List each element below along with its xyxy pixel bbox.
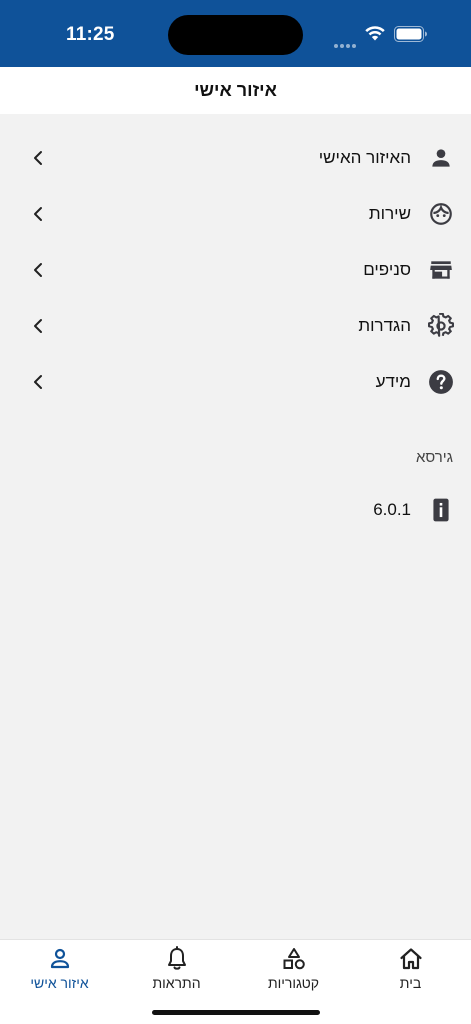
tab-label: התראות	[152, 975, 201, 991]
wifi-icon	[365, 26, 385, 41]
page-title: איזור אישי	[194, 80, 277, 100]
version-section-label: גירסא	[415, 449, 453, 466]
store-icon	[430, 261, 452, 279]
menu-item-label: האיזור האישי	[318, 148, 411, 167]
home-indicator	[152, 1010, 320, 1015]
status-bar: 11:25	[0, 0, 471, 67]
version-row: 6.0.1	[0, 482, 471, 538]
help-icon	[429, 370, 453, 394]
menu-item-info[interactable]: מידע	[0, 354, 471, 410]
dynamic-island	[168, 15, 303, 55]
menu-item-branches[interactable]: סניפים	[0, 242, 471, 298]
tab-personal-area[interactable]: איזור אישי	[1, 946, 118, 996]
home-icon	[399, 948, 422, 970]
page-header: איזור אישי	[0, 67, 471, 114]
version-number: 6.0.1	[373, 500, 411, 519]
categories-icon	[283, 948, 305, 970]
tab-categories[interactable]: קטגוריות	[235, 946, 352, 996]
person-outline-icon	[50, 948, 69, 969]
battery-icon	[394, 26, 427, 42]
chevron-left-icon	[34, 375, 42, 389]
bell-icon	[167, 946, 186, 970]
tab-label: בית	[399, 975, 422, 991]
chevron-left-icon	[34, 319, 42, 333]
status-time: 11:25	[66, 24, 115, 45]
menu-item-personal-area[interactable]: האיזור האישי	[0, 130, 471, 186]
menu-item-label: מידע	[375, 372, 411, 391]
tab-notifications[interactable]: התראות	[118, 946, 235, 996]
info-device-icon	[433, 498, 449, 522]
tab-label: קטגוריות	[267, 975, 320, 991]
tab-home[interactable]: בית	[352, 946, 469, 996]
chevron-left-icon	[34, 207, 42, 221]
menu-item-service[interactable]: שירות	[0, 186, 471, 242]
menu-item-settings[interactable]: הגדרות	[0, 298, 471, 354]
gear-icon	[428, 313, 454, 337]
chevron-left-icon	[34, 263, 42, 277]
tab-label: איזור אישי	[30, 975, 89, 991]
support-agent-icon	[430, 203, 452, 225]
menu-item-label: הגדרות	[358, 316, 411, 335]
menu-item-label: סניפים	[363, 260, 411, 279]
chevron-left-icon	[34, 151, 42, 165]
signal-icon	[334, 35, 358, 53]
person-icon	[432, 149, 450, 167]
settings-menu: האיזור האישי שירות סניפים הגדרות מידע	[0, 130, 471, 410]
menu-item-label: שירות	[368, 204, 411, 223]
